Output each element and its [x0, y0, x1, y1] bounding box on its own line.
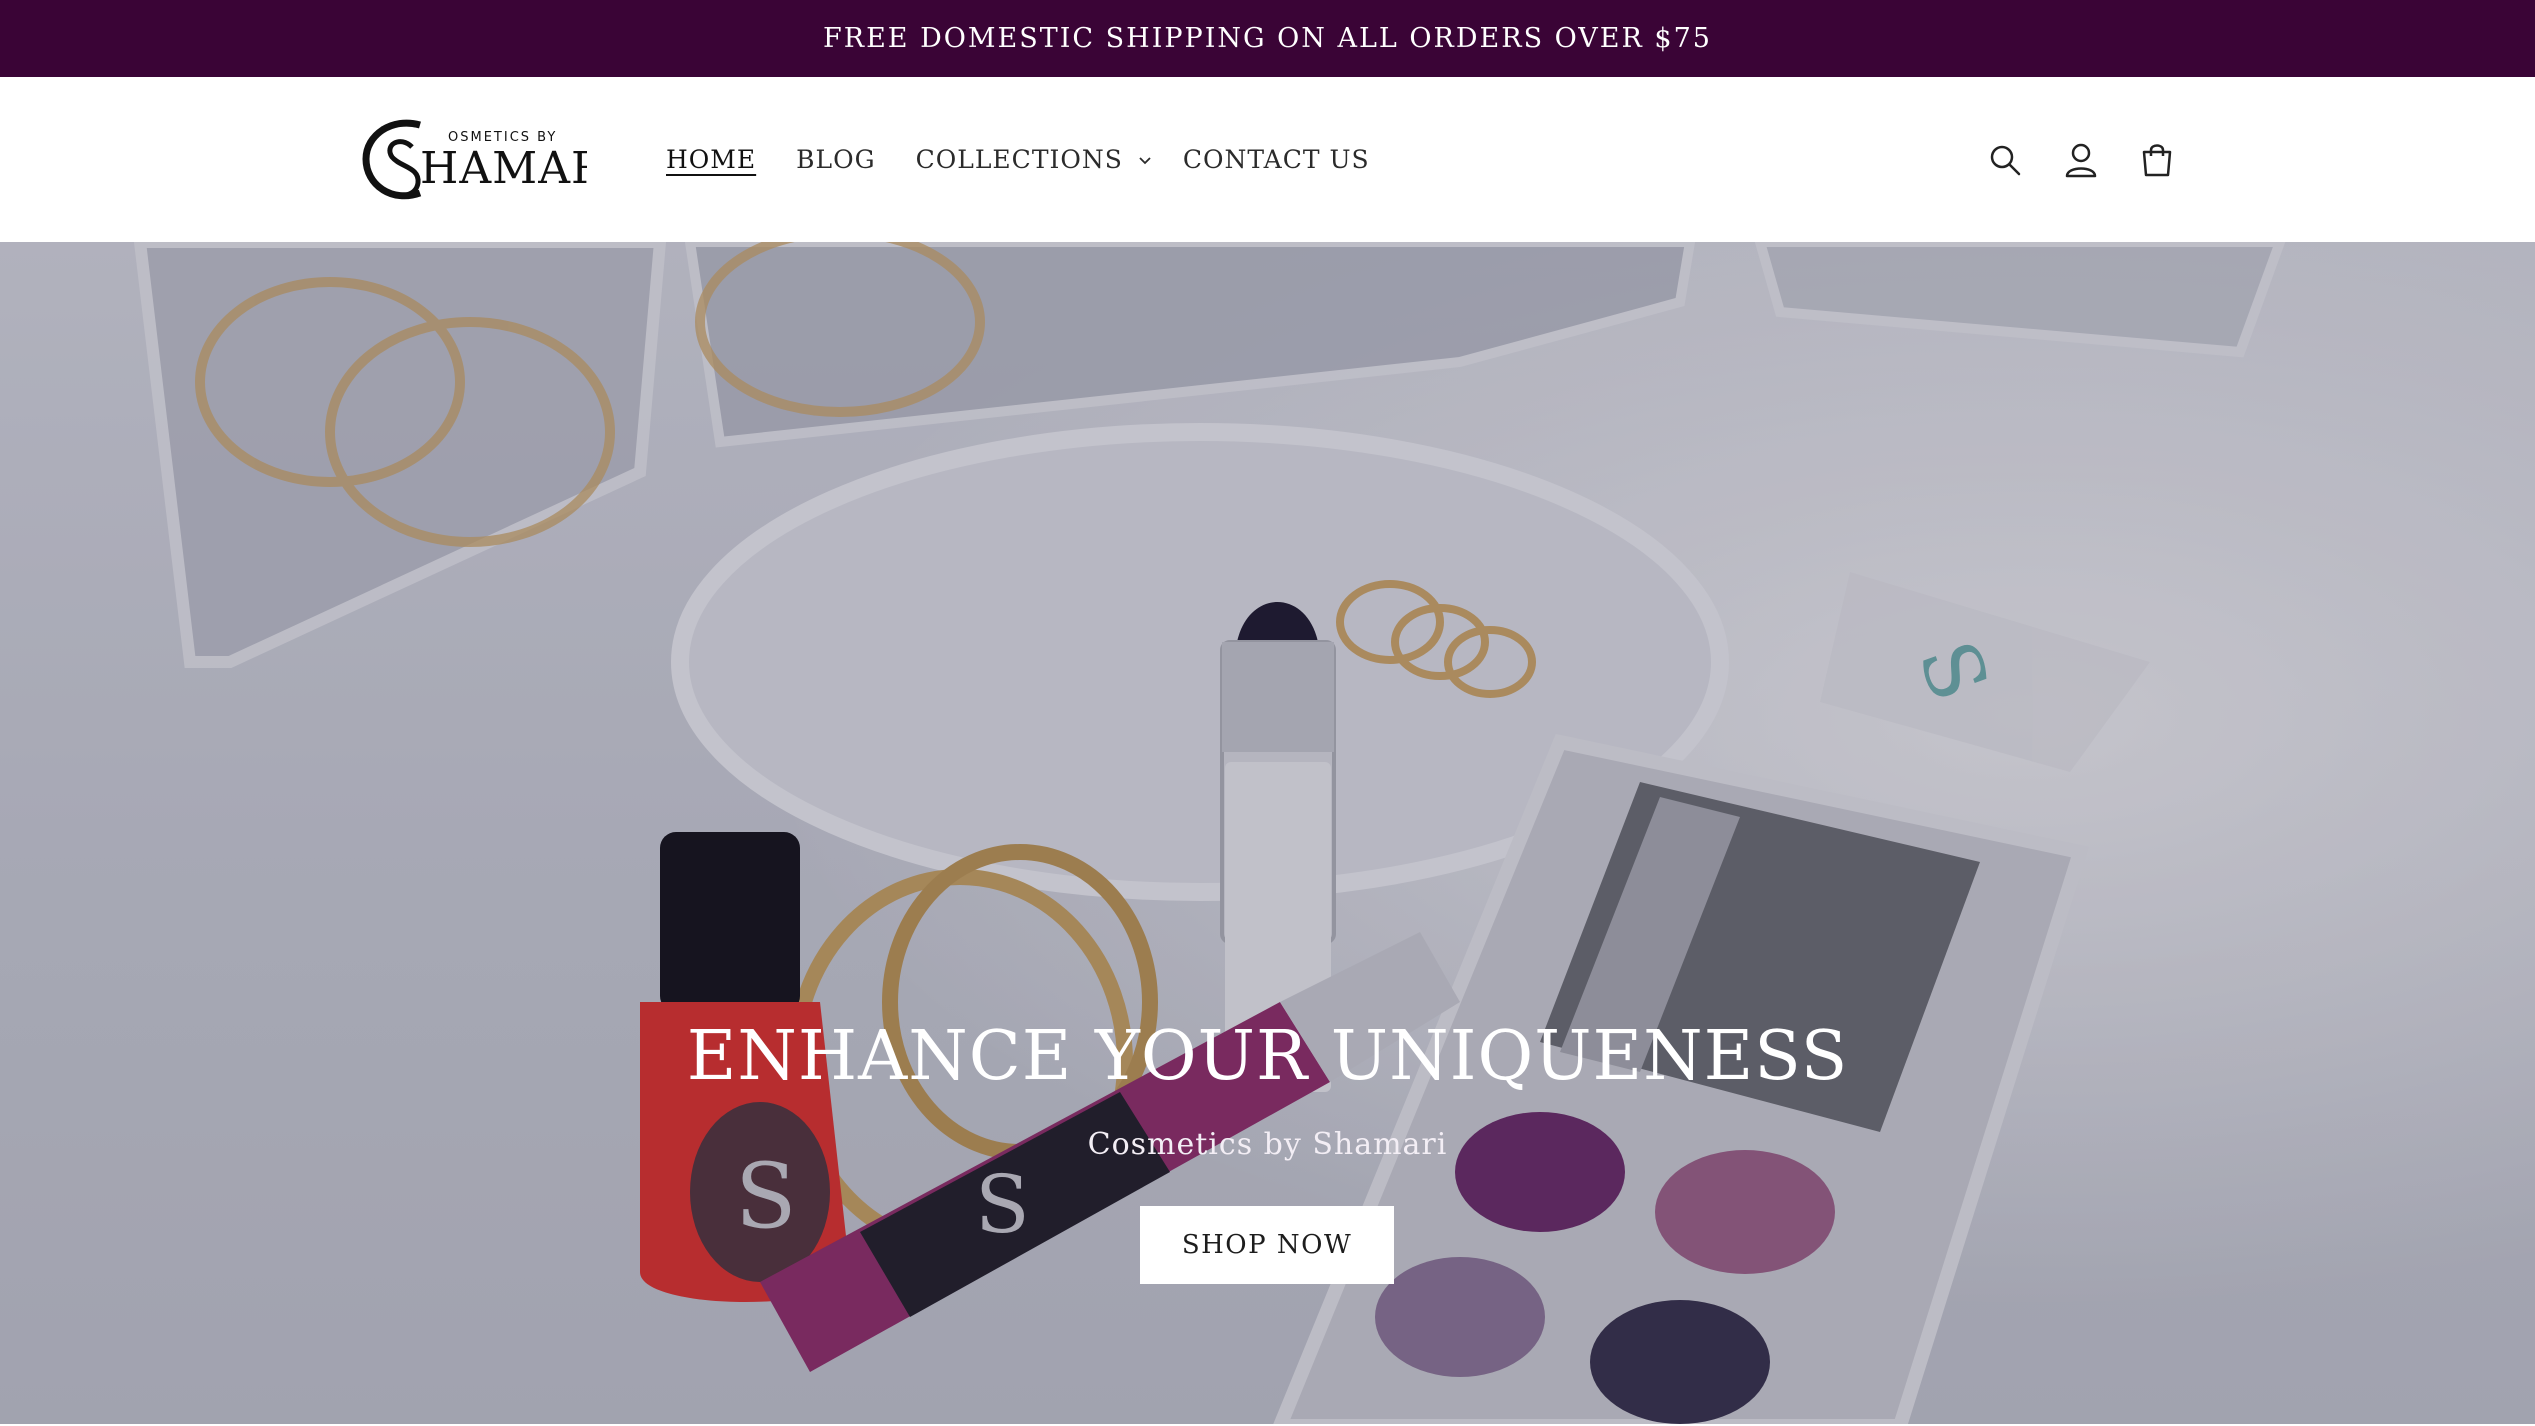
main-nav: HOME BLOG COLLECTIONS CONTACT US — [666, 77, 1410, 242]
nav-home-label: HOME — [666, 145, 757, 174]
nav-collections[interactable]: COLLECTIONS — [916, 145, 1153, 174]
hero-title: ENHANCE YOUR UNIQUENESS — [686, 1017, 1849, 1096]
chevron-down-icon — [1139, 156, 1151, 164]
announcement-bar: FREE DOMESTIC SHIPPING ON ALL ORDERS OVE… — [0, 0, 2535, 77]
nav-blog[interactable]: BLOG — [796, 145, 875, 174]
nav-home[interactable]: HOME — [666, 145, 756, 174]
header-actions — [1985, 77, 2177, 242]
hero-subtitle: Cosmetics by Shamari — [1087, 1127, 1448, 1162]
cart-button[interactable] — [2137, 140, 2177, 180]
announcement-text: FREE DOMESTIC SHIPPING ON ALL ORDERS OVE… — [823, 23, 1712, 54]
logo-main-text: HAMARI — [420, 143, 587, 194]
search-button[interactable] — [1985, 140, 2025, 180]
nav-contact-label: CONTACT US — [1182, 145, 1370, 174]
search-icon — [1990, 145, 2021, 175]
nav-contact-us[interactable]: CONTACT US — [1183, 145, 1370, 174]
account-button[interactable] — [2061, 140, 2101, 180]
logo-cs-monogram: OSMETICS BY HAMARI — [362, 119, 622, 200]
cart-icon — [2142, 143, 2172, 176]
nav-blog-label: BLOG — [796, 145, 876, 174]
hero-banner: S S S ENHANCE YOUR UNIQUENESS Cosmetics … — [0, 242, 2535, 1426]
brand-logo[interactable]: OSMETICS BY HAMARI — [362, 107, 622, 207]
site-header: OSMETICS BY HAMARI HOME BLOG COLLECTIONS… — [0, 77, 2535, 242]
nav-collections-label: COLLECTIONS — [915, 145, 1123, 174]
account-icon — [2065, 143, 2097, 177]
shop-now-button[interactable]: SHOP NOW — [1140, 1206, 1394, 1284]
